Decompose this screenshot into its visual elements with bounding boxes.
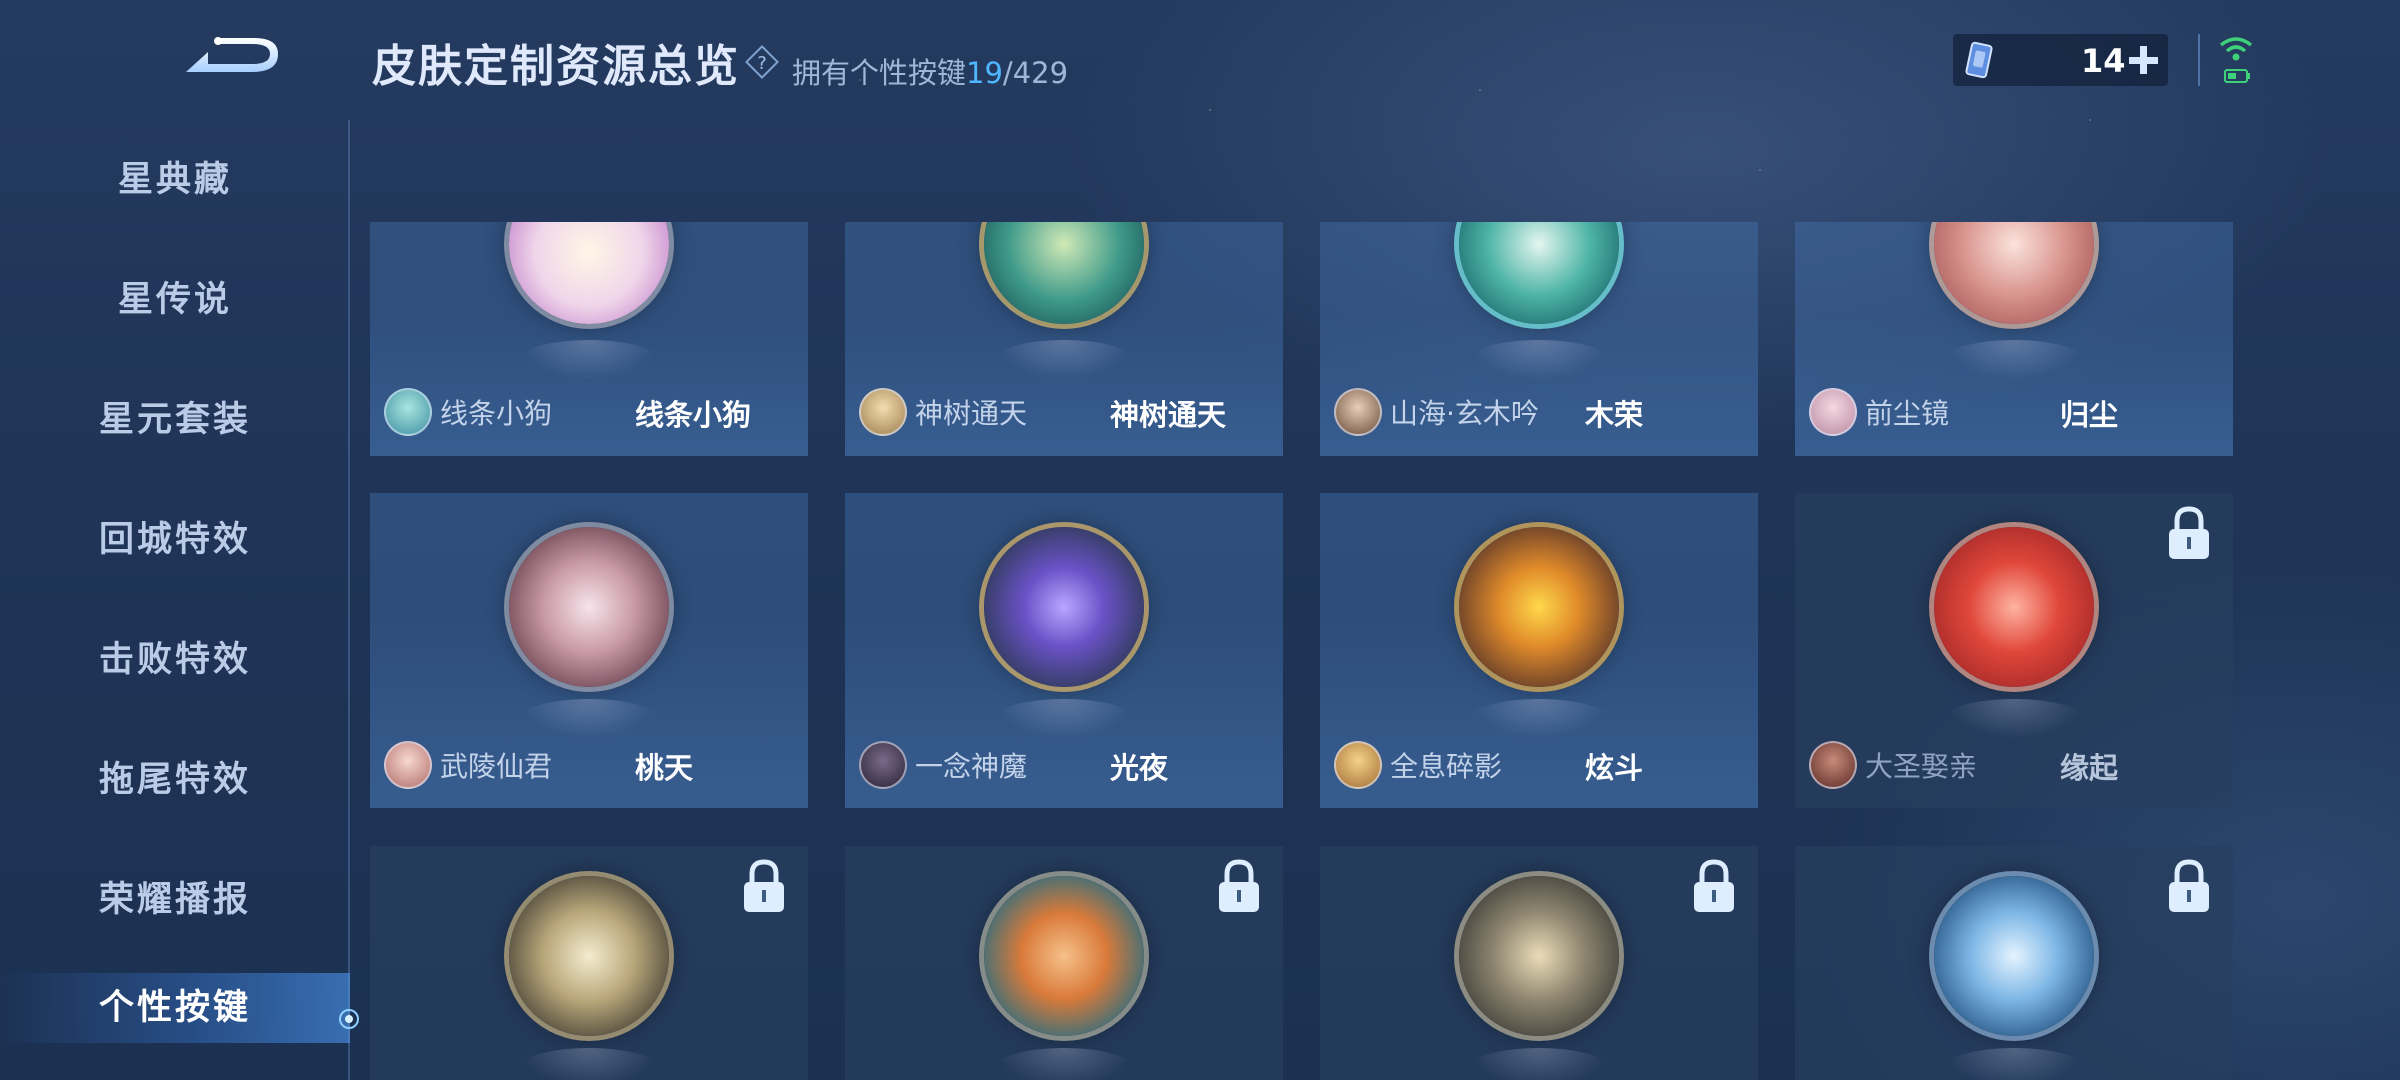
card-coupon-icon xyxy=(1965,41,1993,79)
blue-phoenix-medal-icon xyxy=(1934,876,2094,1036)
card-glow xyxy=(1320,315,1758,456)
page-title: 皮肤定制资源总览 xyxy=(372,41,740,92)
medal-reflection xyxy=(994,340,1134,380)
medal-reflection xyxy=(1469,340,1609,380)
skin-card[interactable]: 全息碎影 炫斗 xyxy=(1320,493,1758,808)
skin-card[interactable]: 山海·玄木吟 木荣 xyxy=(1320,222,1758,456)
skin-name: 桃天 xyxy=(635,751,694,785)
owned-count-text: 拥有个性按键19/429 xyxy=(792,50,1068,92)
hero-avatar xyxy=(859,388,907,436)
hero-name: 武陵仙君 xyxy=(440,750,553,783)
medal-reflection xyxy=(519,1048,659,1080)
add-currency-icon[interactable] xyxy=(2125,40,2161,80)
sidebar-item-glory-broadcast[interactable]: 荣耀播报 xyxy=(0,865,350,935)
sidebar-item-recall-effect[interactable]: 回城特效 xyxy=(0,505,350,575)
lock-icon xyxy=(744,859,784,912)
svg-text:?: ? xyxy=(757,53,767,74)
active-indicator-icon xyxy=(339,1009,359,1029)
hero-name: 一念神魔 xyxy=(915,750,1028,783)
medal-reflection xyxy=(519,340,659,380)
mirror-medal-icon xyxy=(1934,222,2094,324)
card-glow xyxy=(845,315,1283,456)
category-sidebar: 星典藏 星传说 星元套装 回城特效 击败特效 拖尾特效 荣耀播报 个性按键 xyxy=(0,110,350,1080)
skin-card-locked[interactable] xyxy=(370,846,808,1080)
back-arrow-icon[interactable] xyxy=(178,28,282,88)
skin-name: 光夜 xyxy=(1110,751,1169,785)
sidebar-divider xyxy=(348,120,350,1080)
skin-card[interactable]: 线条小狗 线条小狗 xyxy=(370,222,808,456)
skin-name: 神树通天 xyxy=(1110,398,1227,432)
lock-icon xyxy=(1694,859,1734,912)
owned-label: 拥有个性按键 xyxy=(792,56,967,90)
hero-name: 山海·玄木吟 xyxy=(1390,397,1539,430)
skin-card[interactable]: 前尘镜 归尘 xyxy=(1795,222,2233,456)
lock-icon xyxy=(2169,859,2209,912)
hero-name: 前尘镜 xyxy=(1865,397,1950,430)
medal-reflection xyxy=(1469,699,1609,739)
orange-orb-medal-icon xyxy=(984,876,1144,1036)
skin-name: 炫斗 xyxy=(1585,751,1644,785)
lock-icon xyxy=(2169,506,2209,559)
lotus-flower-medal-icon xyxy=(509,527,669,687)
skin-card-locked[interactable] xyxy=(1795,846,2233,1080)
purple-blade-medal-icon xyxy=(984,527,1144,687)
sidebar-item-trail-effect[interactable]: 拖尾特效 xyxy=(0,745,350,815)
battery-icon xyxy=(2224,69,2250,83)
owned-count: 19 xyxy=(966,56,1003,90)
jade-dragon-medal-icon xyxy=(1459,222,1619,324)
hero-avatar xyxy=(384,741,432,789)
skin-resource-grid: 线条小狗 线条小狗 神树通天 神树通天 山海·玄木吟 木荣 前尘镜 归尘 武陵仙… xyxy=(370,222,2233,1080)
doodle-dog-medal-icon xyxy=(509,222,669,324)
skin-name: 缘起 xyxy=(2060,751,2119,785)
hero-avatar xyxy=(1334,388,1382,436)
skin-card[interactable]: 神树通天 神树通天 xyxy=(845,222,1283,456)
skin-name: 木荣 xyxy=(1585,398,1644,432)
hero-avatar xyxy=(1809,388,1857,436)
help-question-icon[interactable]: ? xyxy=(744,44,780,80)
sidebar-item-star-legend[interactable]: 星传说 xyxy=(0,265,350,335)
hero-name: 神树通天 xyxy=(915,397,1028,430)
owned-total: /429 xyxy=(1002,56,1069,90)
hero-name: 大圣娶亲 xyxy=(1865,750,1978,783)
skin-name: 归尘 xyxy=(2060,398,2119,432)
hero-avatar xyxy=(1334,741,1382,789)
medal-reflection xyxy=(1944,340,2084,380)
lock-icon xyxy=(1219,859,1259,912)
bone-scroll-medal-icon xyxy=(1459,876,1619,1036)
skin-card[interactable]: 一念神魔 光夜 xyxy=(845,493,1283,808)
skin-card-locked[interactable]: 大圣娶亲 缘起 xyxy=(1795,493,2233,808)
currency-box: 14 xyxy=(1953,34,2168,86)
wifi-icon xyxy=(2219,37,2253,61)
medal-reflection xyxy=(994,1048,1134,1080)
medal-reflection xyxy=(1944,699,2084,739)
sidebar-item-star-collection[interactable]: 星典藏 xyxy=(0,145,350,215)
medal-reflection xyxy=(1944,1048,2084,1080)
currency-value: 14 xyxy=(2081,42,2126,80)
skin-card[interactable]: 武陵仙君 桃天 xyxy=(370,493,808,808)
header-divider xyxy=(2198,34,2200,86)
hero-name: 全息碎影 xyxy=(1390,750,1503,783)
sidebar-item-kill-effect[interactable]: 击败特效 xyxy=(0,625,350,695)
hero-avatar xyxy=(384,388,432,436)
sidebar-item-custom-buttons[interactable]: 个性按键 xyxy=(0,973,350,1043)
medal-reflection xyxy=(994,699,1134,739)
red-staff-medal-icon xyxy=(1934,527,2094,687)
skin-name: 线条小狗 xyxy=(635,398,752,432)
skin-card-locked[interactable] xyxy=(845,846,1283,1080)
sidebar-item-star-suit[interactable]: 星元套装 xyxy=(0,385,350,455)
card-glow xyxy=(1795,315,2233,456)
medal-reflection xyxy=(1469,1048,1609,1080)
gold-blade-medal-icon xyxy=(1459,527,1619,687)
hero-name: 线条小狗 xyxy=(440,397,553,430)
card-glow xyxy=(370,315,808,456)
medal-reflection xyxy=(519,699,659,739)
hero-avatar xyxy=(859,741,907,789)
sacred-tree-medal-icon xyxy=(984,222,1144,324)
skin-card-locked[interactable] xyxy=(1320,846,1758,1080)
white-lotus-medal-icon xyxy=(509,876,669,1036)
hero-avatar xyxy=(1809,741,1857,789)
